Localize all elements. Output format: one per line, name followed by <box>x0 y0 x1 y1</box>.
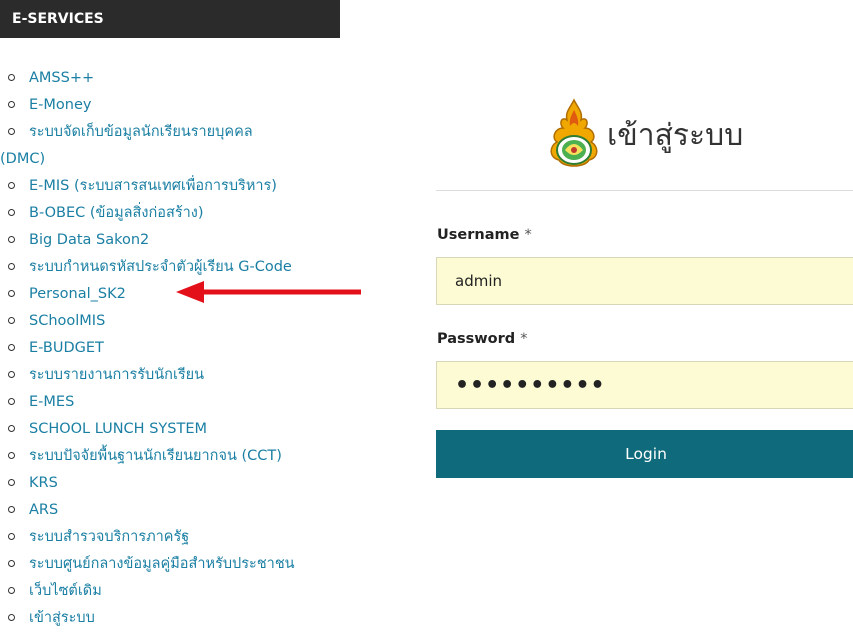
username-label: Username * <box>437 227 532 243</box>
page: E-SERVICES AMSS++ E-Money ระบบจัดเก็บข้อ… <box>0 0 853 636</box>
service-link-personal[interactable]: Personal_SK2 <box>29 286 126 302</box>
service-item-survey: ระบบสำรวจบริการภาครัฐ <box>8 524 343 551</box>
service-list: AMSS++ E-Money ระบบจัดเก็บข้อมูลนักเรียน… <box>0 65 343 632</box>
service-item-krs: KRS <box>8 470 343 497</box>
service-item-emoney: E-Money <box>8 92 343 119</box>
bullet-icon <box>8 397 15 405</box>
bullet-icon <box>8 532 15 540</box>
service-link-lunch[interactable]: SCHOOL LUNCH SYSTEM <box>29 421 207 437</box>
service-link-login[interactable]: เข้าสู่ระบบ <box>29 610 95 626</box>
service-item-schoolmis: SChoolMIS <box>8 308 343 335</box>
bullet-icon <box>8 370 15 378</box>
username-input[interactable] <box>436 257 853 305</box>
service-link-emis[interactable]: E-MIS (ระบบสารสนเทศเพื่อการบริหาร) <box>29 178 277 194</box>
service-link-admission[interactable]: ระบบรายงานการรับนักเรียน <box>29 367 204 383</box>
service-link-amss[interactable]: AMSS++ <box>29 70 94 86</box>
password-label: Password * <box>437 331 527 347</box>
service-link-dmc-line1: ระบบจัดเก็บข้อมูลนักเรียนรายบุคคล <box>29 124 253 140</box>
bullet-icon <box>8 613 15 621</box>
login-title: เข้าสู่ระบบ <box>607 117 744 153</box>
service-link-survey[interactable]: ระบบสำรวจบริการภาครัฐ <box>29 529 189 545</box>
username-label-text: Username <box>437 227 520 243</box>
login-heading: เข้าสู่ระบบ <box>545 95 743 175</box>
service-item-lunch: SCHOOL LUNCH SYSTEM <box>8 416 343 443</box>
service-link-ars[interactable]: ARS <box>29 502 58 518</box>
bullet-icon <box>8 478 15 486</box>
service-item-admission: ระบบรายงานการรับนักเรียน <box>8 362 343 389</box>
service-link-gcode[interactable]: ระบบกำหนดรหัสประจำตัวผู้เรียน G-Code <box>29 259 292 275</box>
service-item-dmc: ระบบจัดเก็บข้อมูลนักเรียนรายบุคคล (DMC) <box>0 119 343 173</box>
service-link-cct[interactable]: ระบบปัจจัยพื้นฐานนักเรียนยากจน (CCT) <box>29 448 282 464</box>
password-label-text: Password <box>437 331 516 347</box>
password-input[interactable] <box>436 361 853 409</box>
service-item-cct: ระบบปัจจัยพื้นฐานนักเรียนยากจน (CCT) <box>8 443 343 470</box>
bullet-icon <box>8 316 15 324</box>
service-item-gcode: ระบบกำหนดรหัสประจำตัวผู้เรียน G-Code <box>8 254 343 281</box>
bullet-icon <box>8 262 15 270</box>
bullet-icon <box>8 235 15 243</box>
service-item-ebudget: E-BUDGET <box>8 335 343 362</box>
service-link-emes[interactable]: E-MES <box>29 394 74 410</box>
bullet-icon <box>8 181 15 189</box>
service-item-emis: E-MIS (ระบบสารสนเทศเพื่อการบริหาร) <box>8 173 343 200</box>
bullet-icon <box>8 451 15 459</box>
divider <box>436 190 853 191</box>
service-item-bigdata: Big Data Sakon2 <box>8 227 343 254</box>
bullet-icon <box>8 559 15 567</box>
bullet-icon <box>8 424 15 432</box>
bullet-icon <box>8 343 15 351</box>
service-link-dmc[interactable]: ระบบจัดเก็บข้อมูลนักเรียนรายบุคคล (DMC) <box>0 124 253 167</box>
red-arrow-icon <box>176 281 361 303</box>
service-link-ebudget[interactable]: E-BUDGET <box>29 340 104 356</box>
bullet-icon <box>8 586 15 594</box>
service-item-bobec: B-OBEC (ข้อมูลสิ่งก่อสร้าง) <box>8 200 343 227</box>
service-link-emoney[interactable]: E-Money <box>29 97 91 113</box>
bullet-icon <box>8 127 15 135</box>
bullet-icon <box>8 289 15 297</box>
service-link-krs[interactable]: KRS <box>29 475 58 491</box>
service-link-oldsite[interactable]: เว็บไซต์เดิม <box>29 583 102 599</box>
required-mark: * <box>524 227 532 243</box>
service-link-dmc-line2: (DMC) <box>0 151 46 167</box>
login-button[interactable]: Login <box>436 430 853 478</box>
bullet-icon <box>8 73 15 81</box>
service-link-bigdata[interactable]: Big Data Sakon2 <box>29 232 149 248</box>
service-link-manual[interactable]: ระบบศูนย์กลางข้อมูลคู่มือสำหรับประชาชน <box>29 556 295 572</box>
required-mark: * <box>520 331 528 347</box>
service-item-login: เข้าสู่ระบบ <box>8 605 343 632</box>
service-link-schoolmis[interactable]: SChoolMIS <box>29 313 105 329</box>
obec-emblem-icon <box>550 98 598 167</box>
service-item-manual: ระบบศูนย์กลางข้อมูลคู่มือสำหรับประชาชน <box>8 551 343 578</box>
service-item-emes: E-MES <box>8 389 343 416</box>
service-item-oldsite: เว็บไซต์เดิม <box>8 578 343 605</box>
bullet-icon <box>8 505 15 513</box>
bullet-icon <box>8 208 15 216</box>
eservices-header: E-SERVICES <box>0 0 340 38</box>
service-item-ars: ARS <box>8 497 343 524</box>
service-link-bobec[interactable]: B-OBEC (ข้อมูลสิ่งก่อสร้าง) <box>29 205 204 221</box>
bullet-icon <box>8 100 15 108</box>
service-item-amss: AMSS++ <box>8 65 343 92</box>
